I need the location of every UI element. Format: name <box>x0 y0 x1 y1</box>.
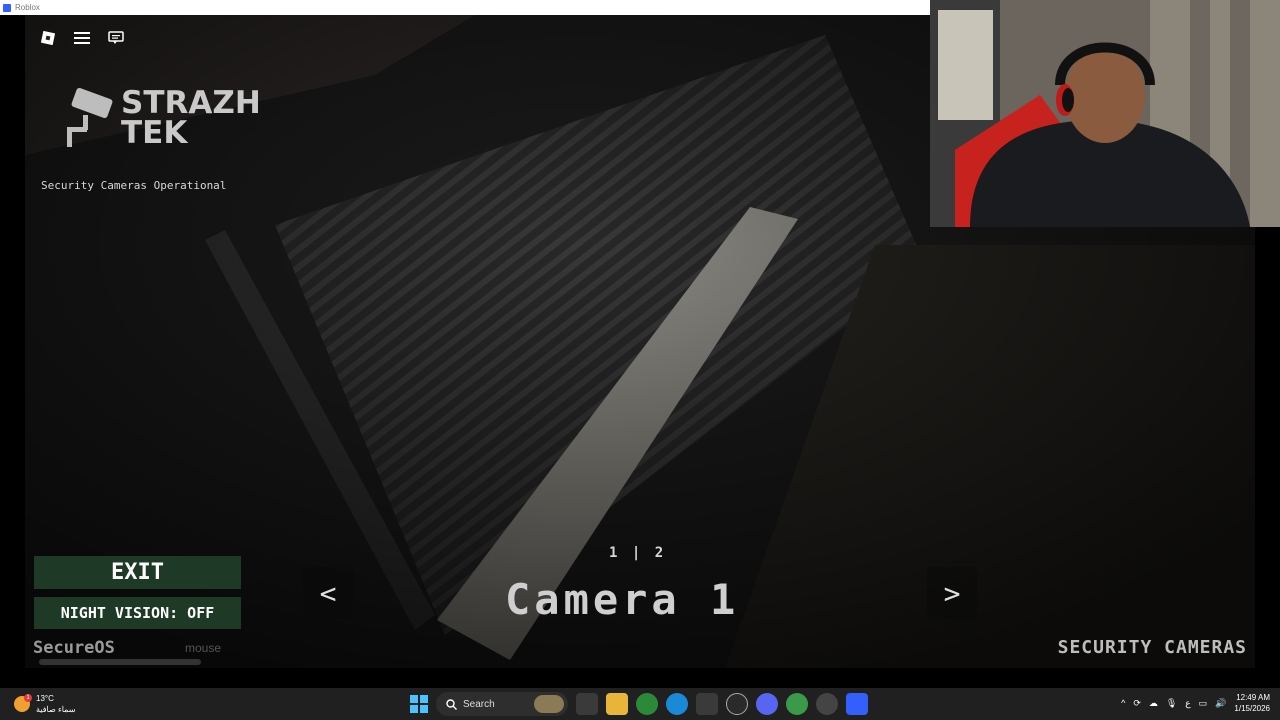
previous-camera-button[interactable]: < <box>303 567 353 619</box>
clock-date: 1/15/2026 <box>1234 704 1270 713</box>
camera-name: Camera 1 <box>505 575 740 624</box>
sync-icon[interactable]: ⟳ <box>1133 698 1141 709</box>
weather-widget[interactable]: 1 13°C سماء صافية <box>14 693 76 715</box>
roblox-menu-icon[interactable] <box>37 29 59 47</box>
file-explorer-icon[interactable] <box>606 693 628 715</box>
windows-taskbar: 1 13°C سماء صافية Search ^ ⟳ ☁ 🎙 ع ▭ 🔊 1… <box>0 688 1280 720</box>
window-title: Roblox <box>15 3 40 12</box>
search-icon <box>446 698 457 710</box>
clock-time: 12:49 AM <box>1236 693 1270 702</box>
volume-icon[interactable]: 🔊 <box>1215 698 1226 709</box>
app-icon[interactable] <box>816 693 838 715</box>
chrome-profile-icon[interactable] <box>786 693 808 715</box>
chat-icon[interactable] <box>105 29 127 47</box>
chrome-icon[interactable] <box>636 693 658 715</box>
roblox-icon <box>3 3 11 12</box>
language-indicator[interactable]: ع <box>1185 698 1190 709</box>
task-view-icon[interactable] <box>576 693 598 715</box>
streamer-webcam <box>930 0 1280 227</box>
hamburger-menu-icon[interactable] <box>71 29 93 47</box>
system-tray: ^ ⟳ ☁ 🎙 ع ▭ 🔊 12:49 AM 1/15/2026 <box>1121 692 1270 714</box>
weather-temp: 13°C <box>36 694 54 703</box>
security-cameras-title: SECURITY CAMERAS <box>1057 637 1247 658</box>
strazhtek-logo: STRAZH TEK <box>63 87 261 149</box>
search-highlight-image <box>534 695 564 713</box>
logo-line-2: TEK <box>121 115 188 151</box>
taskbar-search[interactable]: Search <box>436 692 568 716</box>
secureos-label: SecureOS <box>33 638 115 658</box>
next-camera-button[interactable]: > <box>927 567 977 619</box>
roblox-topbar <box>37 29 127 47</box>
microphone-icon[interactable]: 🎙 <box>1166 698 1177 709</box>
discord-icon[interactable] <box>756 693 778 715</box>
search-label: Search <box>463 698 495 710</box>
store-icon[interactable] <box>696 693 718 715</box>
security-camera-icon <box>67 87 113 147</box>
exit-button[interactable]: EXIT <box>34 556 241 589</box>
roblox-taskbar-icon[interactable] <box>846 693 868 715</box>
night-vision-toggle[interactable]: NIGHT VISION: OFF <box>34 597 241 629</box>
taskbar-apps: Search <box>410 692 868 716</box>
mouse-hint: mouse <box>185 641 222 655</box>
weather-desc: سماء صافية <box>36 705 76 714</box>
obs-icon[interactable] <box>726 693 748 715</box>
camera-status-text: Security Cameras Operational <box>41 179 227 192</box>
onedrive-icon[interactable]: ☁ <box>1149 698 1158 709</box>
windows-start-icon[interactable] <box>410 695 428 713</box>
edge-icon[interactable] <box>666 693 688 715</box>
logo-line-1: STRAZH <box>121 85 261 121</box>
weather-badge: 1 <box>24 694 32 702</box>
taskbar-clock[interactable]: 12:49 AM 1/15/2026 <box>1234 692 1270 714</box>
weather-icon: 1 <box>14 694 32 712</box>
hint-bar <box>39 659 201 665</box>
network-icon[interactable]: ▭ <box>1199 698 1208 709</box>
camera-page-indicator: 1 | 2 <box>609 545 667 561</box>
chevron-up-icon[interactable]: ^ <box>1121 698 1125 708</box>
window-title-bar[interactable]: Roblox <box>0 0 930 15</box>
